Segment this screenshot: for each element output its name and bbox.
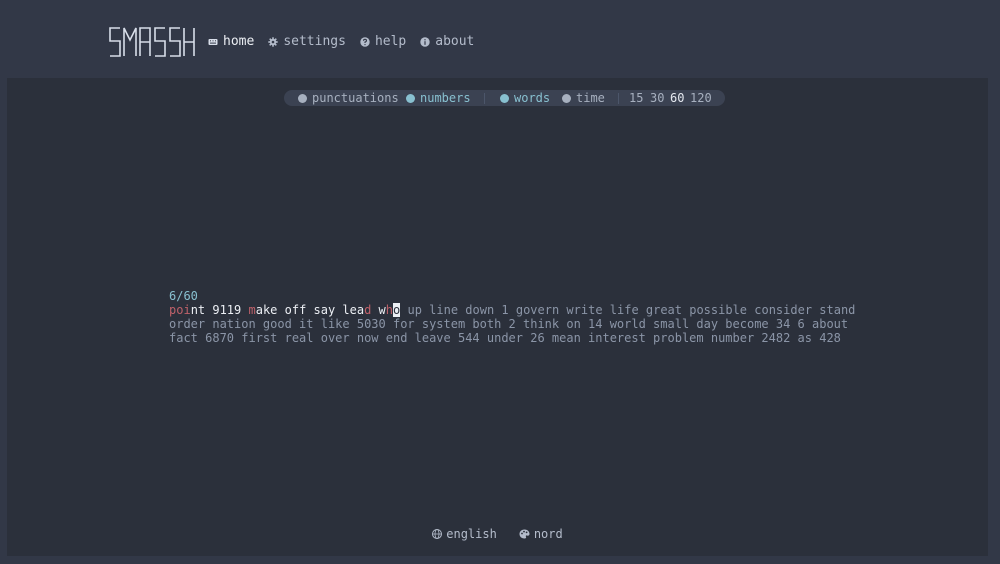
nav-home[interactable]: home xyxy=(208,34,254,49)
keyboard-icon xyxy=(208,38,218,45)
typing-text[interactable]: point 9119 make off say lead who up line… xyxy=(169,303,869,345)
text-line-2: order nation good it like 5030 for syste… xyxy=(169,317,849,331)
mode-words[interactable]: words xyxy=(500,91,550,105)
clock-icon xyxy=(562,93,571,103)
word-progress-counter: 6/60 xyxy=(169,289,198,303)
test-config-bar: punctuations numbers words time 15 30 60… xyxy=(284,90,725,106)
palette-icon xyxy=(519,529,530,539)
count-option-120[interactable]: 120 xyxy=(690,91,712,105)
nav-about-label: about xyxy=(435,34,475,49)
config-divider xyxy=(484,93,485,104)
time-label: time xyxy=(576,91,605,105)
footer: english nord xyxy=(7,527,988,541)
count-option-30[interactable]: 30 xyxy=(650,91,664,105)
count-option-60[interactable]: 60 xyxy=(670,91,684,105)
font-icon xyxy=(500,93,509,103)
gear-icon xyxy=(268,36,279,47)
main-nav: home settings help about xyxy=(208,34,474,49)
theme-selector[interactable]: nord xyxy=(519,527,563,541)
text-line-3: fact 6870 first real over now end leave … xyxy=(169,331,841,345)
language-label: english xyxy=(446,527,497,541)
hash-icon xyxy=(406,93,415,103)
smassh-logo[interactable] xyxy=(108,26,196,58)
nav-home-label: home xyxy=(223,34,255,49)
toggle-punctuations[interactable]: punctuations xyxy=(298,91,399,105)
count-option-15[interactable]: 15 xyxy=(629,91,643,105)
language-selector[interactable]: english xyxy=(432,527,497,541)
words-label: words xyxy=(514,91,551,105)
mode-time[interactable]: time xyxy=(562,91,605,105)
at-sign-icon xyxy=(298,93,307,103)
nav-help-label: help xyxy=(374,34,407,49)
typing-area: punctuations numbers words time 15 30 60… xyxy=(7,78,988,556)
top-bar: home settings help about xyxy=(0,0,1000,78)
theme-label: nord xyxy=(533,527,563,541)
nav-settings-label: settings xyxy=(283,34,346,49)
question-icon xyxy=(360,36,370,47)
line-1-remaining: up line down 1 govern write life great p… xyxy=(400,303,856,317)
nav-about[interactable]: about xyxy=(420,34,474,49)
text-line-1: point 9119 make off say lead who up line… xyxy=(169,303,856,317)
nav-settings[interactable]: settings xyxy=(268,34,346,49)
numbers-label: numbers xyxy=(420,91,471,105)
toggle-numbers[interactable]: numbers xyxy=(406,91,471,105)
punctuations-label: punctuations xyxy=(312,91,399,105)
globe-icon xyxy=(432,529,443,539)
info-icon xyxy=(420,36,430,47)
config-divider xyxy=(618,93,619,104)
nav-help[interactable]: help xyxy=(360,34,406,49)
